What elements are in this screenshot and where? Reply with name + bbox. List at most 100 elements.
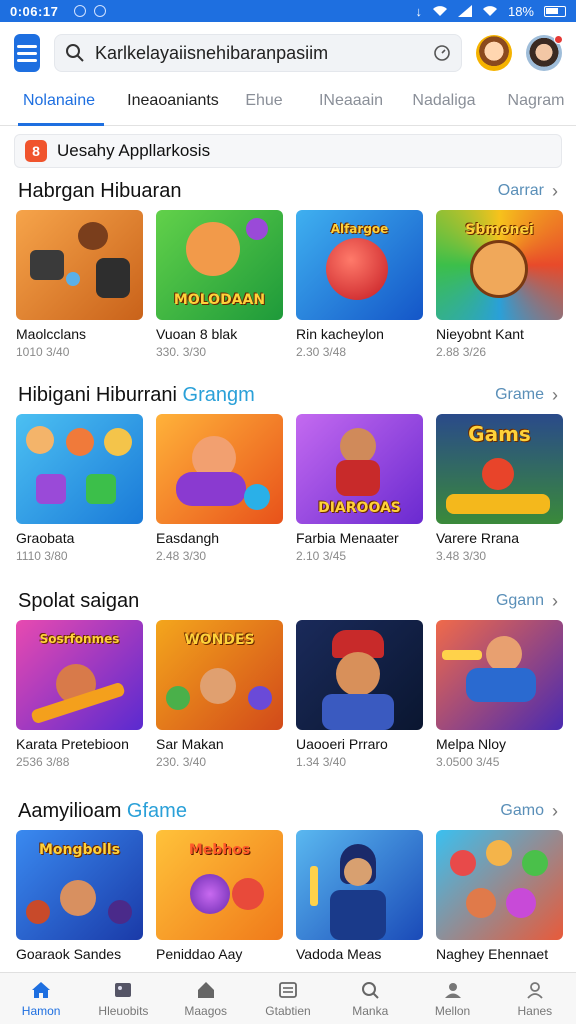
game-card[interactable]: Sosrfonmes Karata Pretebioon 2536 3/88 [16, 620, 143, 769]
game-thumbnail: Mebhos [156, 830, 283, 940]
game-art-title: Gams [468, 422, 531, 446]
section-spolat-saigan: Spolat saigan Ggann › Sosrfonmes Karata P… [0, 586, 576, 769]
wifi-icon [482, 6, 497, 16]
wifi-icon [432, 6, 447, 16]
game-card[interactable]: Naghey Ehennaet [436, 830, 563, 962]
game-art-title: Mebhos [188, 842, 251, 858]
game-card[interactable]: WONDES Sar Makan 230. 3/40 [156, 620, 283, 769]
app-notice-banner[interactable]: 8 Uesahy Appllarkosis [14, 134, 562, 168]
nav-item-search[interactable]: Manka [329, 973, 411, 1024]
download-icon: ↓ [415, 3, 422, 19]
game-card[interactable]: Uaooeri Prraro 1.34 3/40 [296, 620, 423, 769]
game-thumbnail: Sbmonei [436, 210, 563, 320]
game-card[interactable]: MOLODAAN Vuoan 8 blak 330. 3/30 [156, 210, 283, 359]
game-meta: 1010 3/40 [16, 345, 70, 359]
game-art-title: Mongbolls [38, 842, 121, 858]
game-art-title: Alfargoe [330, 222, 389, 236]
bottom-navigation: Hamon Hleuobits Maagos Gtabtien Manka Me… [0, 972, 576, 1024]
game-thumbnail [296, 620, 423, 730]
nav-item-mellon[interactable]: Mellon [411, 973, 493, 1024]
chevron-right-icon: › [552, 180, 558, 201]
section-title: Spolat saigan [18, 589, 140, 612]
game-name: Uaooeri Prraro [296, 736, 388, 752]
nav-item-home[interactable]: Hamon [0, 973, 82, 1024]
game-art-title: MOLODAAN [173, 292, 266, 308]
home-icon [32, 982, 51, 998]
section-hiburan: Habrgan Hibuaran Oarrar › Maolcclans 1010… [0, 176, 576, 359]
menu-button[interactable] [14, 34, 40, 72]
game-name: Peniddao Aay [156, 946, 243, 962]
section-hiburan-game: Hibigani Hiburrani Grangm Grame › Graobat… [0, 380, 576, 563]
game-card[interactable]: Vadoda Meas [296, 830, 423, 962]
avatar[interactable] [476, 35, 512, 71]
tab-ehue[interactable]: Ehue [234, 88, 294, 125]
tab-ineaoaniants[interactable]: Ineaoaniants [118, 88, 228, 125]
search-icon [362, 982, 379, 999]
nav-item-maagos[interactable]: Maagos [165, 973, 247, 1024]
tab-nadaliga[interactable]: Nadaliga [404, 88, 484, 125]
game-name: Rin kacheylon [296, 326, 384, 342]
chevron-right-icon: › [552, 590, 558, 611]
game-name: Sar Makan [156, 736, 224, 752]
see-more-link[interactable]: Grame › [495, 385, 558, 406]
clock: 0:06:17 [10, 3, 59, 19]
game-card[interactable]: Gams Varere Rrana 3.48 3/30 [436, 414, 563, 563]
search-icon [66, 44, 84, 62]
game-card[interactable]: Mongbolls Goaraok Sandes [16, 830, 143, 962]
game-art-title: Sbmonei [465, 222, 534, 238]
profile-avatar[interactable] [526, 35, 563, 71]
top-bar: Karlkelayaiisnehibaranpasiim [0, 30, 576, 76]
game-name: Nieyobnt Kant [436, 326, 524, 342]
battery-icon [544, 5, 566, 17]
user-icon [527, 982, 543, 999]
game-card[interactable]: Alfargoe Rin kacheylon 2.30 3/48 [296, 210, 423, 359]
game-card[interactable]: Graobata 1110 3/80 [16, 414, 143, 563]
game-card[interactable]: Melpa Nloy 3.0500 3/45 [436, 620, 563, 769]
list-icon [279, 982, 297, 998]
game-thumbnail: WONDES [156, 620, 283, 730]
game-name: Goaraok Sandes [16, 946, 122, 962]
game-card[interactable]: Easdangh 2.48 3/30 [156, 414, 283, 563]
nav-item-profile[interactable]: Hanes [494, 973, 576, 1024]
nav-item-gallery[interactable]: Hleuobits [82, 973, 164, 1024]
game-card[interactable]: Maolcclans 1010 3/40 [16, 210, 143, 359]
game-thumbnail: Mongbolls [16, 830, 143, 940]
tab-ineaaain[interactable]: INeaaain [306, 88, 396, 125]
game-thumbnail [16, 210, 143, 320]
game-thumbnail: Gams [436, 414, 563, 524]
see-more-link[interactable]: Gamo › [500, 801, 558, 822]
house-outline-icon [197, 982, 214, 998]
game-card[interactable]: Mebhos Peniddao Aay [156, 830, 283, 962]
tab-nagram[interactable]: Nagram [496, 88, 576, 125]
game-card[interactable]: DIAROOAS Farbia Menaater 2.10 3/45 [296, 414, 423, 563]
search-bar[interactable]: Karlkelayaiisnehibaranpasiim [54, 34, 462, 72]
see-more-link[interactable]: Oarrar › [498, 181, 558, 202]
game-art-title: WONDES [184, 632, 255, 648]
notification-icon [94, 5, 107, 17]
see-more-link[interactable]: Ggann › [496, 591, 558, 612]
clock-icon[interactable] [433, 44, 451, 62]
game-meta: 230. 3/40 [156, 755, 207, 769]
person-group-icon [444, 983, 461, 998]
notification-icon [74, 5, 87, 17]
search-input[interactable]: Karlkelayaiisnehibaranpasiim [95, 43, 423, 64]
game-art-title: Sosrfonmes [39, 632, 120, 646]
status-bar: 0:06:17 ↓ 18% [0, 0, 576, 22]
battery-percent: 18% [507, 3, 534, 19]
game-name: Graobata [16, 530, 75, 546]
game-thumbnail [296, 830, 423, 940]
section-title: Aamyilioam Gfame [18, 799, 187, 822]
chevron-right-icon: › [552, 800, 558, 821]
game-thumbnail: Alfargoe [296, 210, 423, 320]
game-name: Varere Rrana [436, 530, 520, 546]
game-art-title: DIAROOAS [318, 500, 401, 516]
game-meta: 330. 3/30 [156, 345, 207, 359]
game-meta: 1.34 3/40 [296, 755, 347, 769]
game-meta: 2.88 3/26 [436, 345, 487, 359]
game-card[interactable]: Sbmonei Nieyobnt Kant 2.88 3/26 [436, 210, 563, 359]
signal-icon [457, 5, 472, 17]
game-thumbnail [156, 414, 283, 524]
game-meta: 2.30 3/48 [296, 345, 347, 359]
tab-nolanaine[interactable]: Nolanaine [14, 88, 104, 126]
nav-item-list[interactable]: Gtabtien [247, 973, 329, 1024]
